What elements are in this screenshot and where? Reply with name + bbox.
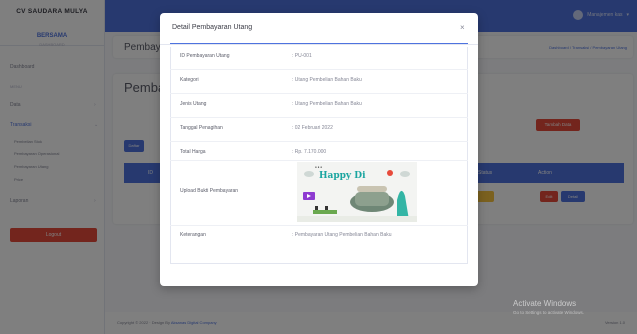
label-id: ID Pembayaran Utang xyxy=(180,53,230,59)
row-divider xyxy=(170,69,468,70)
value-tanggal-penagihan: : 02 Februari 2022 xyxy=(292,125,333,131)
activation-watermark-title: Activate Windows xyxy=(513,299,577,308)
value-kategori: : Utang Pembelian Bahan Baku xyxy=(292,77,362,83)
modal-title: Detail Pembayaran Utang xyxy=(172,24,253,31)
payment-proof-image[interactable]: ● ● ● Happy Di xyxy=(297,162,417,222)
value-total-harga: : Rp. 7.170.000 xyxy=(292,149,327,155)
row-divider xyxy=(170,160,468,161)
label-upload-bukti: Upload Bukti Pembayaran xyxy=(180,188,239,194)
row-divider xyxy=(170,141,468,142)
label-tanggal-penagihan: Tanggal Penagihan xyxy=(180,125,223,131)
label-kategori: Kategori xyxy=(180,77,199,83)
value-jenis-utang: : Utang Pembelian Bahan Baku xyxy=(292,101,362,107)
label-keterangan: Keterangan xyxy=(180,232,206,238)
detail-modal: Detail Pembayaran Utang × ID Pembayaran … xyxy=(160,13,478,286)
value-id: : PU-001 xyxy=(292,53,312,59)
label-total-harga: Total Harga xyxy=(180,149,206,155)
receipt-illustration xyxy=(297,170,417,222)
activation-watermark-subtitle: Go to Settings to activate Windows. xyxy=(513,310,585,315)
modal-divider xyxy=(170,43,468,44)
label-jenis-utang: Jenis Utang xyxy=(180,101,207,107)
close-icon[interactable]: × xyxy=(460,23,465,32)
modal-header: Detail Pembayaran Utang × xyxy=(160,13,478,45)
value-keterangan: : Pembayaran Utang Pembelian Bahan Baku xyxy=(292,232,392,238)
row-divider xyxy=(170,117,468,118)
row-divider xyxy=(170,93,468,94)
row-divider xyxy=(170,225,468,226)
